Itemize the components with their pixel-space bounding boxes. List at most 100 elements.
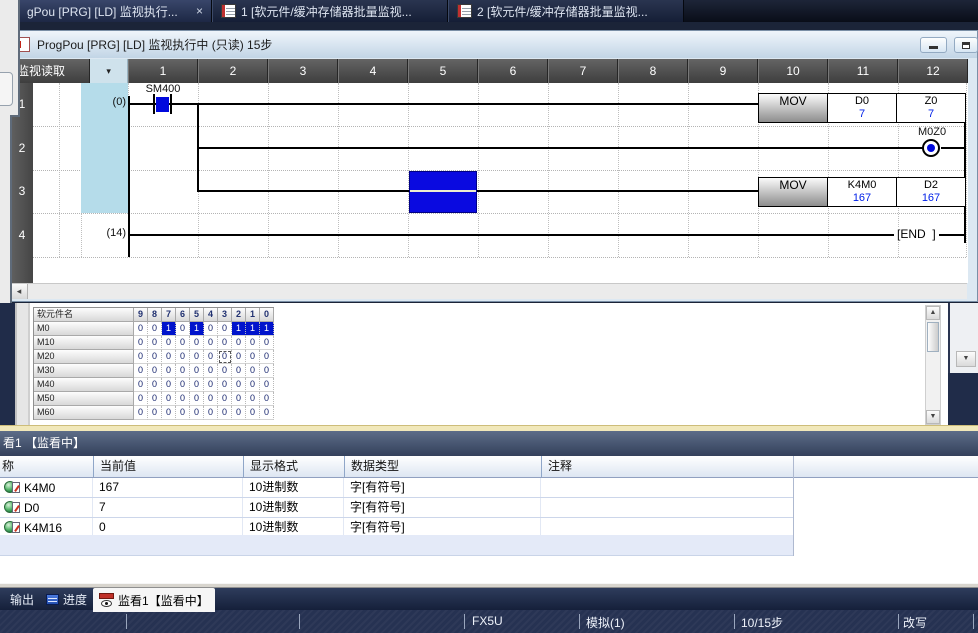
watch-row[interactable]: D0710进制数字[有符号] [0,498,793,518]
bit-cell[interactable]: 0 [190,336,204,350]
bit-cell[interactable]: 0 [134,350,148,364]
bit-cell[interactable]: 0 [246,392,260,406]
bit-cell[interactable]: 0 [204,392,218,406]
scrollbar-thumb[interactable] [927,322,939,352]
bit-cell[interactable]: 0 [134,406,148,420]
bit-cell[interactable]: 0 [190,392,204,406]
bit-cell[interactable]: 0 [204,406,218,420]
bit-cell[interactable]: 0 [134,392,148,406]
bit-cell[interactable]: 0 [204,322,218,336]
bit-cell[interactable]: 1 [246,322,260,336]
bit-cell[interactable]: 0 [176,364,190,378]
bit-cell[interactable]: 0 [218,350,232,364]
bit-cell[interactable]: 0 [232,392,246,406]
bit-cell[interactable]: 0 [190,364,204,378]
bit-cell[interactable]: 0 [218,378,232,392]
bit-cell[interactable]: 0 [204,364,218,378]
bit-cell[interactable]: 0 [260,364,274,378]
bit-cell[interactable]: 0 [176,378,190,392]
column-header-current-value[interactable]: 当前值 [93,456,243,477]
tab-ladder-progpou[interactable]: gPou [PRG] [LD] 监视执行... × [18,0,212,22]
instruction-mov-2[interactable]: MOV K4M0 167 D2 167 [758,177,966,207]
scroll-down-button[interactable]: ▼ [926,410,940,424]
bit-cell[interactable]: 0 [134,378,148,392]
minimize-button[interactable] [920,37,947,53]
watch-data-type[interactable]: 字[有符号] [344,498,541,517]
bit-cell[interactable]: 0 [246,378,260,392]
bit-cell[interactable]: 0 [176,350,190,364]
bit-cell[interactable]: 0 [162,392,176,406]
bit-cell[interactable]: 0 [190,378,204,392]
tab-device-monitor-2[interactable]: 2 [软元件/缓冲存储器批量监视... [448,0,684,22]
bit-cell[interactable]: 0 [232,406,246,420]
ladder-canvas[interactable]: 1234 (0) (14) SM400 MOV D0 7 [10,83,968,283]
watch-current-value[interactable]: 167 [93,478,243,497]
scroll-left-button[interactable]: ◂ [11,284,28,299]
device-monitor-table[interactable]: 软元件名9876543210M00010100111M100000000000M… [33,307,274,420]
bit-cell[interactable]: 0 [218,392,232,406]
bit-cell[interactable]: 0 [176,406,190,420]
bit-cell[interactable]: 0 [218,322,232,336]
bit-cell[interactable]: 0 [190,406,204,420]
bit-cell[interactable]: 0 [162,364,176,378]
bit-cell[interactable]: 0 [190,350,204,364]
bit-cell[interactable]: 0 [148,350,162,364]
grid-header-dropdown[interactable]: ▾ [90,59,128,83]
device-monitor-scrollbar[interactable]: ▲ ▼ [925,305,941,425]
bit-cell[interactable]: 0 [134,322,148,336]
restore-button[interactable] [954,37,978,53]
bit-cell[interactable]: 0 [260,378,274,392]
bit-cell[interactable]: 0 [148,378,162,392]
bit-cell[interactable]: 0 [218,406,232,420]
bit-cell[interactable]: 0 [148,336,162,350]
bit-cell[interactable]: 0 [232,378,246,392]
bit-cell[interactable]: 0 [148,322,162,336]
watch-comment[interactable] [541,498,793,517]
watch-data-type[interactable]: 字[有符号] [344,478,541,497]
contact-sm400[interactable] [170,94,172,114]
bit-cell[interactable]: 0 [246,406,260,420]
bit-cell[interactable]: 0 [134,364,148,378]
contact-sm400[interactable] [153,94,155,114]
bit-cell[interactable]: 0 [162,336,176,350]
watch-row[interactable]: K4M016710进制数字[有符号] [0,478,793,498]
bit-cell[interactable]: 0 [218,364,232,378]
ladder-window-titlebar[interactable]: ProgPou [PRG] [LD] 监视执行中 (只读) 15步 [10,31,977,58]
bit-cell[interactable]: 0 [246,350,260,364]
tab-output[interactable]: 输出 [4,588,40,610]
bit-cell[interactable]: 0 [204,378,218,392]
watch-display-format[interactable]: 10进制数 [243,498,344,517]
bit-cell[interactable]: 0 [260,392,274,406]
bit-cell[interactable]: 0 [260,336,274,350]
watch-panel-title[interactable]: 看1 【监看中】 [0,431,978,456]
bit-cell[interactable]: 0 [246,364,260,378]
tab-device-monitor-1[interactable]: 1 [软元件/缓冲存储器批量监视... [212,0,448,22]
bit-cell[interactable]: 0 [148,392,162,406]
bit-cell[interactable]: 0 [148,364,162,378]
bit-cell[interactable]: 0 [260,406,274,420]
tab-progress[interactable]: 进度 [40,588,93,610]
bit-cell[interactable]: 0 [134,336,148,350]
column-header-data-type[interactable]: 数据类型 [344,456,541,477]
bit-cell[interactable]: 0 [204,350,218,364]
bit-cell[interactable]: 1 [162,322,176,336]
watch-display-format[interactable]: 10进制数 [243,478,344,497]
bit-cell[interactable]: 0 [176,336,190,350]
bit-cell[interactable]: 0 [246,336,260,350]
scroll-up-button[interactable]: ▲ [926,306,940,320]
watch-empty-row[interactable] [0,535,793,556]
bit-cell[interactable]: 0 [260,350,274,364]
bit-cell[interactable]: 0 [232,336,246,350]
instruction-mov-1[interactable]: MOV D0 7 Z0 7 [758,93,966,123]
horizontal-scrollbar[interactable]: ◂ [11,283,967,299]
bit-cell[interactable]: 0 [232,364,246,378]
bit-cell[interactable]: 0 [204,336,218,350]
column-header-comment[interactable]: 注释 [541,456,793,477]
watch-comment[interactable] [541,478,793,497]
bit-cell[interactable]: 0 [162,350,176,364]
bit-cell[interactable]: 0 [162,406,176,420]
bit-cell[interactable]: 0 [218,336,232,350]
bit-cell[interactable]: 1 [260,322,274,336]
coil-m0z0[interactable] [922,139,940,157]
bit-cell[interactable]: 0 [176,322,190,336]
